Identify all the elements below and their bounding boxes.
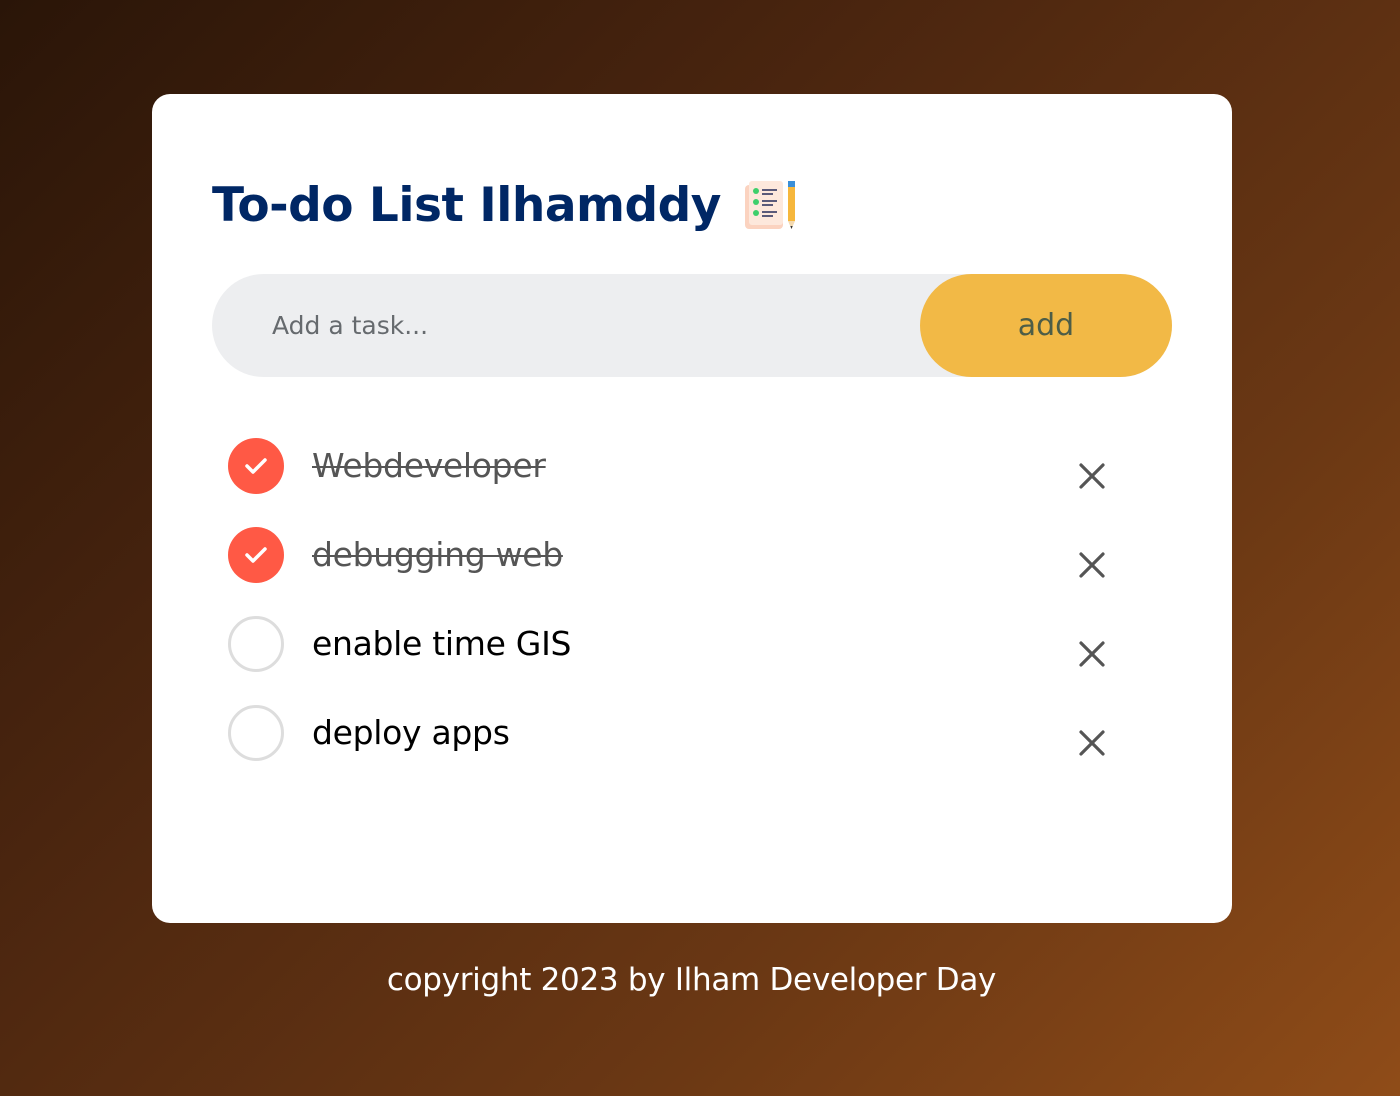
task-label: debugging web	[312, 535, 563, 574]
checked-circle-icon[interactable]	[228, 438, 284, 494]
close-icon[interactable]	[1072, 545, 1112, 585]
footer-copyright: copyright 2023 by Ilham Developer Day	[386, 962, 997, 998]
add-task-bar: add	[212, 273, 1172, 378]
add-button[interactable]: add	[920, 274, 1172, 377]
task-label: enable time GIS	[312, 624, 572, 663]
close-icon[interactable]	[1072, 456, 1112, 496]
task-item[interactable]: Webdeveloper	[228, 438, 1172, 527]
unchecked-circle-icon[interactable]	[228, 616, 284, 672]
page-title: To-do List Ilhamddy	[212, 177, 721, 233]
task-item[interactable]: enable time GIS	[228, 616, 1172, 705]
task-item[interactable]: deploy apps	[228, 705, 1172, 794]
unchecked-circle-icon[interactable]	[228, 705, 284, 761]
task-item[interactable]: debugging web	[228, 527, 1172, 616]
task-label: deploy apps	[312, 713, 510, 752]
close-icon[interactable]	[1072, 634, 1112, 674]
task-list: Webdeveloper debugging web enable time GIS…	[228, 438, 1172, 794]
task-input[interactable]	[212, 273, 920, 378]
todo-card: To-do List Ilhamddy add	[152, 94, 1232, 923]
checked-circle-icon[interactable]	[228, 527, 284, 583]
checklist-icon	[743, 179, 799, 231]
task-label: Webdeveloper	[312, 446, 546, 485]
close-icon[interactable]	[1072, 723, 1112, 763]
header: To-do List Ilhamddy	[212, 172, 799, 238]
